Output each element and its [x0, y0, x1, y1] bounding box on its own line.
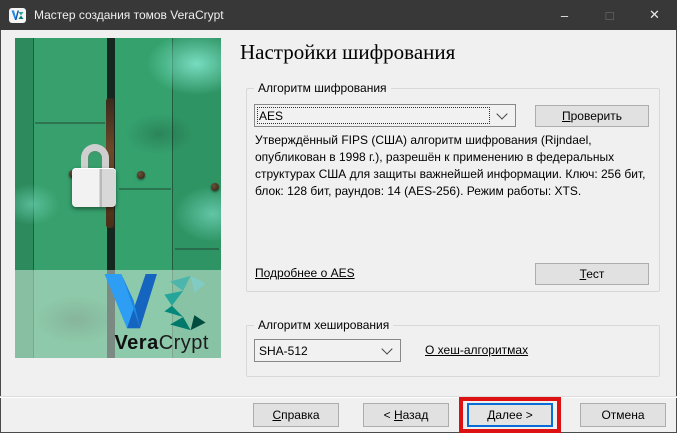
encryption-algorithm-select[interactable]: AES [254, 104, 516, 127]
footer-divider [0, 396, 677, 398]
veracrypt-logo [101, 274, 211, 332]
wood-scratch [175, 248, 219, 250]
encryption-algorithm-group: Алгоритм шифрования AES Проверить Утверж… [246, 88, 660, 292]
minimize-button[interactable]: – [542, 0, 587, 30]
wordmark-vera: Vera [114, 332, 158, 354]
veracrypt-icon-glyph [11, 10, 24, 21]
veracrypt-wordmark: VeraCrypt [114, 332, 209, 355]
more-about-aes-link[interactable]: Подробнее о AES [255, 266, 355, 280]
veracrypt-app-icon [9, 8, 26, 23]
back-button[interactable]: < Назад [363, 403, 449, 427]
hash-algorithm-select[interactable]: SHA-512 [254, 339, 401, 362]
next-button-label: алее > [495, 408, 532, 422]
chevron-down-icon [496, 108, 507, 119]
back-button-label: < [384, 408, 394, 422]
maximize-button: □ [587, 0, 632, 30]
test-button[interactable]: Тест [535, 263, 649, 285]
wood-scratch [35, 122, 105, 124]
door-photo: VeraCrypt [15, 38, 221, 358]
hash-group-label: Алгоритм хеширования [254, 318, 393, 332]
hash-info-link[interactable]: О хеш-алгоритмах [425, 343, 528, 357]
titlebar: Мастер создания томов VeraCrypt – □ ✕ [0, 0, 677, 30]
padlock-icon [72, 168, 116, 207]
wood-scratch [119, 188, 171, 190]
nail-dot [137, 171, 145, 179]
encryption-group-label: Алгоритм шифрования [254, 81, 391, 95]
window-title: Мастер создания томов VeraCrypt [34, 8, 542, 22]
encryption-algorithm-value: AES [257, 107, 490, 124]
help-button-label: правка [281, 408, 319, 422]
branding-band: VeraCrypt [15, 270, 221, 358]
algorithm-description: Утверждённый FIPS (США) алгоритм шифрова… [255, 132, 655, 200]
wordmark-crypt: Crypt [159, 332, 209, 354]
help-button[interactable]: Справка [253, 403, 339, 427]
hash-algorithm-value: SHA-512 [255, 344, 377, 358]
close-button[interactable]: ✕ [632, 0, 677, 30]
back-button-label: Н [394, 408, 403, 422]
check-button[interactable]: Проверить [535, 105, 649, 127]
page-title: Настройки шифрования [240, 40, 455, 65]
next-button[interactable]: Далее > [467, 403, 553, 427]
cancel-button[interactable]: Отмена [580, 403, 666, 427]
back-button-label: азад [403, 408, 429, 422]
hash-algorithm-group: Алгоритм хеширования SHA-512 О хеш-алгор… [246, 325, 660, 377]
chevron-down-icon [381, 343, 392, 354]
veracrypt-wizard-window: Мастер создания томов VeraCrypt – □ ✕ [0, 0, 677, 433]
test-button-label: ест [586, 267, 604, 281]
check-button-label: П [562, 109, 571, 123]
check-button-label: роверить [571, 109, 622, 123]
nail-dot [211, 183, 219, 191]
cancel-button-label: Отмена [601, 408, 644, 422]
help-button-label: С [272, 408, 281, 422]
